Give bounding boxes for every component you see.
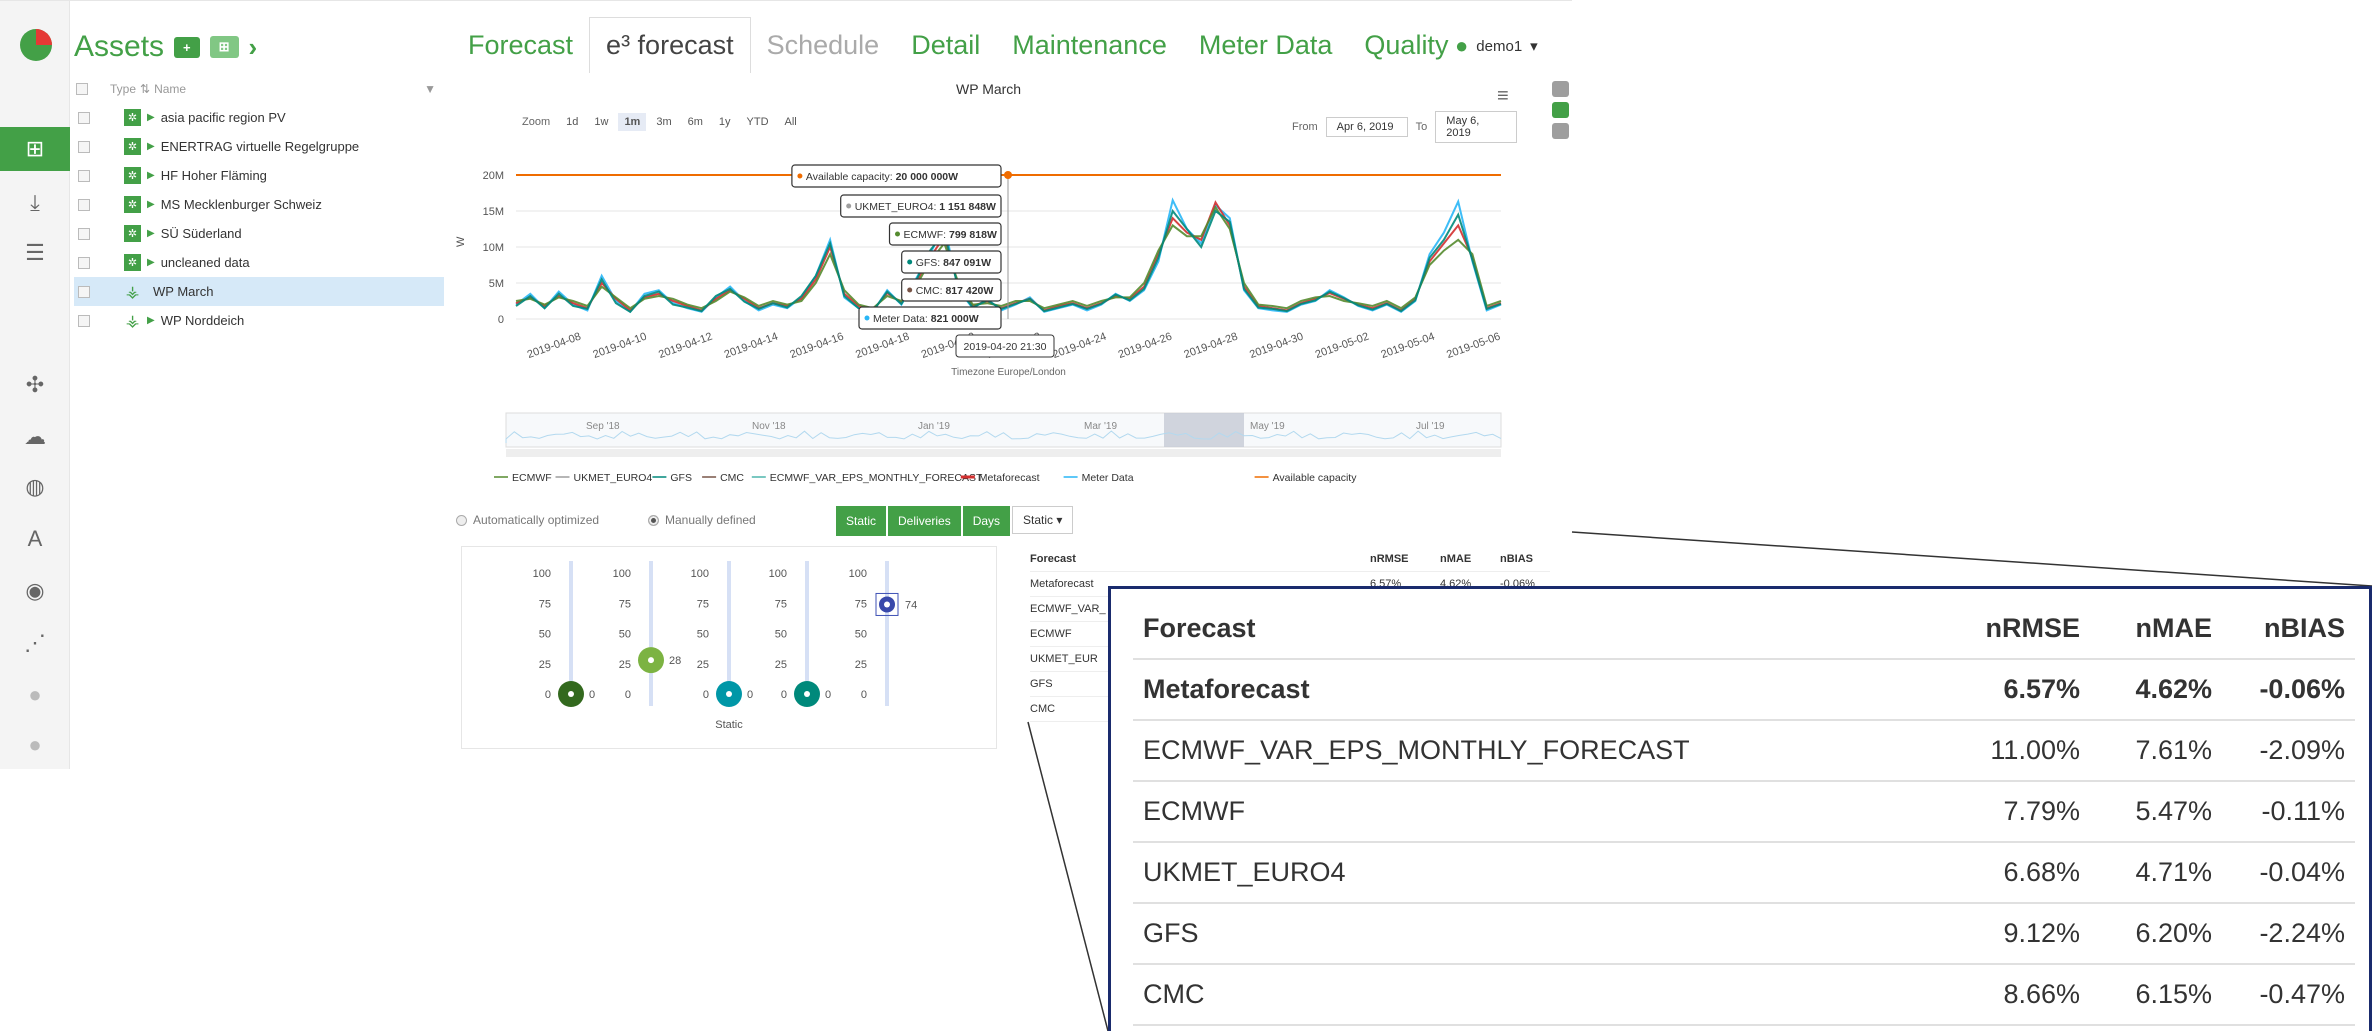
large-table-row: GFS 9.12% 6.20% -2.24% (1133, 904, 2355, 965)
nrmse-value: 11.00% (1990, 735, 2080, 765)
nrmse-value: 8.66% (2003, 979, 2080, 1009)
large-table-row: CMC 8.66% 6.15% -0.47% (1133, 965, 2355, 1026)
nrmse-value: 7.79% (2003, 796, 2080, 826)
nmae-value: 6.20% (2135, 918, 2212, 948)
nrmse-value: 6.68% (2003, 857, 2080, 887)
forecast-name: Metaforecast (1143, 674, 1310, 704)
large-header-cell[interactable]: nBIAS (2212, 613, 2345, 644)
forecast-name: GFS (1143, 918, 1199, 948)
nrmse-value: 9.12% (2003, 918, 2080, 948)
large-header-cell[interactable]: Forecast (1133, 613, 1925, 644)
metrics-zoom-box: Forecast nRMSE nMAE nBIAS Metaforecast 6.57% 4… (1108, 586, 2372, 1031)
connector-bottom (1027, 721, 1109, 1031)
large-header-cell[interactable]: nRMSE (1925, 613, 2081, 644)
nbias-value: -0.04% (2259, 857, 2345, 887)
nbias-value: -2.09% (2259, 735, 2345, 765)
nbias-value: -2.24% (2259, 918, 2345, 948)
nmae-value: 5.47% (2135, 796, 2212, 826)
forecast-name: CMC (1143, 979, 1205, 1009)
forecast-name: ECMWF (1143, 796, 1245, 826)
large-header-cell[interactable]: nMAE (2080, 613, 2213, 644)
large-table-row: ECMWF_VAR_EPS_MONTHLY_FORECAST 11.00% 7.61… (1133, 721, 2355, 782)
nmae-value: 6.15% (2135, 979, 2212, 1009)
nbias-value: -0.47% (2259, 979, 2345, 1009)
forecast-name: UKMET_EURO4 (1143, 857, 1346, 887)
large-table-row: ECMWF 7.79% 5.47% -0.11% (1133, 782, 2355, 843)
nbias-value: -0.11% (2261, 796, 2345, 826)
nmae-value: 4.62% (2135, 674, 2212, 704)
nrmse-value: 6.57% (2003, 674, 2080, 704)
nmae-value: 7.61% (2135, 735, 2212, 765)
metrics-table-large: Forecast nRMSE nMAE nBIAS Metaforecast 6.57% 4… (1133, 599, 2355, 1026)
large-table-row: Metaforecast 6.57% 4.62% -0.06% (1133, 660, 2355, 721)
connector-top (1571, 531, 2373, 587)
nbias-value: -0.06% (2259, 674, 2345, 704)
large-table-header: Forecast nRMSE nMAE nBIAS (1133, 599, 2355, 660)
nmae-value: 4.71% (2135, 857, 2212, 887)
forecast-name: ECMWF_VAR_EPS_MONTHLY_FORECAST (1143, 735, 1690, 765)
screenshot-root: ⊞ ⤓ ☰ ✣ ☁ ◍ A ◉ ⋰ ● ● Assets + ⊞ › Type … (0, 0, 2379, 1031)
large-table-row: UKMET_EURO4 6.68% 4.71% -0.04% (1133, 843, 2355, 904)
